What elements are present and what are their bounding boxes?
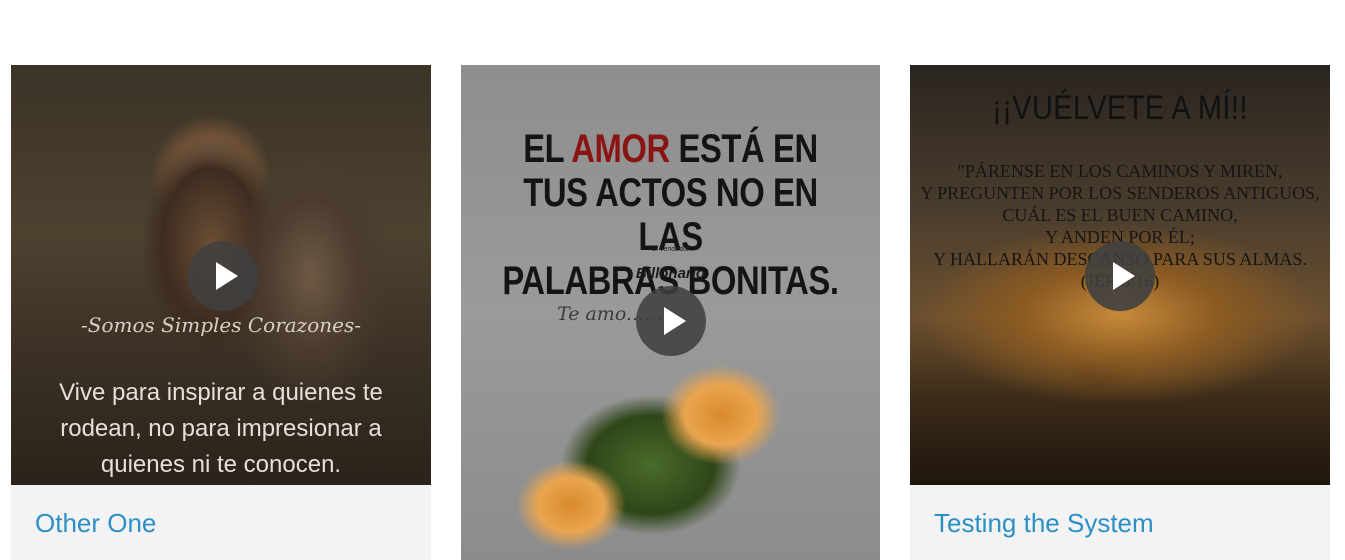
video-card[interactable]: -Somos Simples Corazones- Vive para insp… — [11, 65, 431, 560]
video-grid: -Somos Simples Corazones- Vive para insp… — [0, 0, 1345, 560]
headline-text: EL — [523, 127, 572, 171]
play-icon[interactable] — [1085, 241, 1155, 311]
brand-tagline: El vendedor — [651, 246, 690, 253]
headline-text: ESTÁ EN — [669, 127, 818, 171]
thumbnail-script-text: -Somos Simples Corazones- — [81, 313, 361, 337]
thumbnail-heading: ¡¡VUÉLVETE A MÍ!! — [992, 89, 1248, 127]
video-title-link[interactable]: Testing the System — [934, 508, 1154, 539]
video-thumbnail[interactable]: ¡¡VUÉLVETE A MÍ!! "PÁRENSE EN LOS CAMINO… — [910, 65, 1330, 485]
headline-highlight: AMOR — [571, 127, 670, 171]
verse-line: "PÁRENSE EN LOS CAMINOS Y MIREN, — [957, 161, 1283, 181]
verse-line: Y PREGUNTEN POR LOS SENDEROS ANTIGUOS, — [920, 183, 1320, 203]
thumbnail-quote: Vive para inspirar a quienes te rodean, … — [59, 379, 383, 478]
verse-line: CUÁL ES EL BUEN CAMINO, — [1002, 205, 1238, 225]
video-card[interactable]: ¡¡VUÉLVETE A MÍ!! "PÁRENSE EN LOS CAMINO… — [910, 65, 1330, 560]
play-icon[interactable] — [636, 286, 706, 356]
video-title-link[interactable]: Other One — [35, 508, 156, 539]
video-thumbnail[interactable]: EL AMOR ESTÁ EN TUS ACTOS NO EN LAS PALA… — [461, 65, 880, 560]
brand-logo-text: Billonario — [635, 265, 706, 282]
video-thumbnail[interactable]: -Somos Simples Corazones- Vive para insp… — [11, 65, 431, 485]
play-icon[interactable] — [188, 241, 258, 311]
video-card[interactable]: EL AMOR ESTÁ EN TUS ACTOS NO EN LAS PALA… — [461, 65, 880, 560]
